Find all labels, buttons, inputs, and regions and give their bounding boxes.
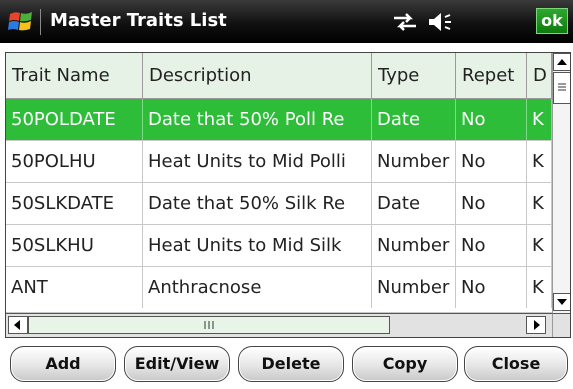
cell-d: K <box>527 267 552 308</box>
cell-repet: No <box>456 267 527 308</box>
add-button[interactable]: Add <box>10 346 116 382</box>
cell-repet: No <box>456 99 527 140</box>
cell-type: Date <box>372 183 456 224</box>
scroll-right-button[interactable] <box>526 316 546 334</box>
column-header-type[interactable]: Type <box>372 53 456 98</box>
title-divider <box>40 9 41 35</box>
cell-repet: No <box>456 183 527 224</box>
windows-start-icon[interactable] <box>8 9 34 35</box>
cell-repet: No <box>456 225 527 266</box>
connectivity-icon[interactable] <box>392 12 418 32</box>
table-header: Trait Name Description Type Repet D <box>6 53 552 99</box>
arrow-up-icon <box>557 59 567 65</box>
cell-description: Date that 50% Poll Re <box>143 99 372 140</box>
cell-d: K <box>527 225 552 266</box>
ok-button[interactable]: ok <box>536 8 568 34</box>
cell-description: Heat Units to Mid Polli <box>143 141 372 182</box>
scroll-up-button[interactable] <box>553 53 570 71</box>
window-title: Master Traits List <box>50 10 227 31</box>
column-header-d[interactable]: D <box>527 53 552 98</box>
scroll-left-button[interactable] <box>8 316 28 334</box>
table-row[interactable]: 50POLDATE Date that 50% Poll Re Date No … <box>6 99 552 141</box>
scroll-down-button[interactable] <box>553 293 570 311</box>
arrow-right-icon <box>534 320 540 330</box>
grip-icon <box>204 321 214 329</box>
column-header-description[interactable]: Description <box>143 53 372 98</box>
cell-trait-name: 50POLDATE <box>6 99 143 140</box>
cell-type: Number <box>372 225 456 266</box>
horizontal-scrollbar[interactable] <box>6 313 552 337</box>
cell-d: K <box>527 141 552 182</box>
cell-trait-name: ANT <box>6 267 143 308</box>
horizontal-scroll-thumb[interactable] <box>28 316 390 334</box>
edit-view-button[interactable]: Edit/View <box>124 346 230 382</box>
cell-trait-name: 50SLKHU <box>6 225 143 266</box>
column-header-trait-name[interactable]: Trait Name <box>6 53 143 98</box>
cell-d: K <box>527 183 552 224</box>
title-bar: Master Traits List ok <box>0 0 573 43</box>
volume-icon[interactable] <box>426 11 454 33</box>
table-row[interactable]: ANT Anthracnose Number No K <box>6 267 552 313</box>
cell-type: Number <box>372 141 456 182</box>
traits-table: Trait Name Description Type Repet D 50PO… <box>5 52 571 338</box>
cell-trait-name: 50POLHU <box>6 141 143 182</box>
cell-description: Anthracnose <box>143 267 372 308</box>
table-row[interactable]: 50SLKHU Heat Units to Mid Silk Number No… <box>6 225 552 267</box>
cell-trait-name: 50SLKDATE <box>6 183 143 224</box>
table-row[interactable]: 50POLHU Heat Units to Mid Polli Number N… <box>6 141 552 183</box>
column-header-repet[interactable]: Repet <box>456 53 527 98</box>
vertical-scrollbar[interactable] <box>552 53 570 313</box>
copy-button[interactable]: Copy <box>352 346 458 382</box>
grip-icon <box>558 83 566 91</box>
cell-description: Date that 50% Silk Re <box>143 183 372 224</box>
table-row[interactable]: 50SLKDATE Date that 50% Silk Re Date No … <box>6 183 552 225</box>
cell-d: K <box>527 99 552 140</box>
cell-repet: No <box>456 141 527 182</box>
cell-description: Heat Units to Mid Silk <box>143 225 372 266</box>
cell-type: Date <box>372 99 456 140</box>
delete-button[interactable]: Delete <box>238 346 344 382</box>
arrow-left-icon <box>14 320 20 330</box>
vertical-scroll-thumb[interactable] <box>553 72 570 104</box>
scrollbar-corner <box>552 313 570 337</box>
arrow-down-icon <box>557 299 567 305</box>
close-button[interactable]: Close <box>464 346 568 382</box>
cell-type: Number <box>372 267 456 308</box>
